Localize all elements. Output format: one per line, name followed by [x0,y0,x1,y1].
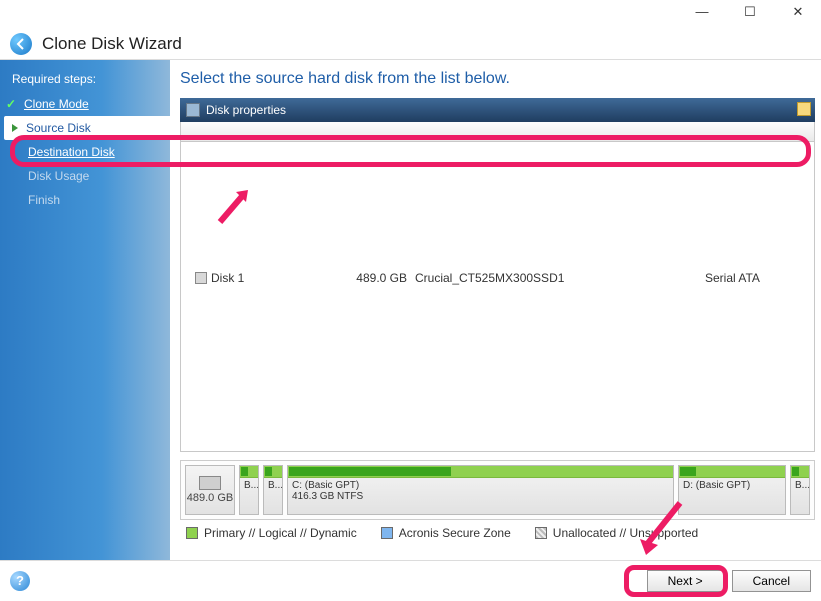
step-source-disk[interactable]: Source Disk [4,116,170,140]
disk-model-cell: Crucial_CT525MX300SSD1 [415,271,705,285]
wizard-header: Clone Disk Wizard [0,28,821,60]
legend-green-icon [186,527,198,539]
main-panel: Select the source hard disk from the lis… [170,60,821,560]
columns-icon[interactable] [797,102,811,116]
disk-icon [195,272,207,284]
disk-map: 489.0 GB B... B... C: (Basic GPT) 416.3 … [180,460,815,520]
disk-properties-toolbar: Disk properties [180,98,815,122]
next-button[interactable]: Next > [647,570,724,592]
partition-block-c[interactable]: C: (Basic GPT) 416.3 GB NTFS [287,465,674,515]
sidebar-heading: Required steps: [0,68,170,92]
disk-map-label: 489.0 GB [185,465,235,515]
table-row[interactable]: Disk 1 489.0 GB Crucial_CT525MX300SSD1 S… [195,269,800,287]
step-finish: Finish [0,188,170,212]
legend-blue-icon [381,527,393,539]
steps-sidebar: Required steps: Clone Mode Source Disk D… [0,60,170,560]
legend-acronis: Acronis Secure Zone [381,526,511,540]
legend-unallocated: Unallocated // Unsupported [535,526,698,540]
disk-interface-cell: Serial ATA [705,271,821,285]
maximize-button[interactable]: ☐ [735,4,765,20]
legend-hatch-icon [535,527,547,539]
close-button[interactable]: ✕ [783,4,813,20]
disk-table: Disk 1 489.0 GB Crucial_CT525MX300SSD1 S… [180,122,815,452]
disk-name-cell: Disk 1 [195,271,325,285]
cancel-button[interactable]: Cancel [732,570,811,592]
partition-block[interactable]: B... [239,465,259,515]
disk-properties-icon [186,103,200,117]
disk-properties-label: Disk properties [206,103,286,117]
legend-primary: Primary // Logical // Dynamic [186,526,357,540]
table-column-headers[interactable] [181,122,814,142]
partition-block-d[interactable]: D: (Basic GPT) [678,465,786,515]
legend: Primary // Logical // Dynamic Acronis Se… [176,520,821,546]
main-instruction: Select the source hard disk from the lis… [176,60,821,98]
step-clone-mode[interactable]: Clone Mode [0,92,170,116]
wizard-title: Clone Disk Wizard [42,34,182,54]
back-arrow-icon[interactable] [10,33,32,55]
step-destination-disk[interactable]: Destination Disk [0,140,170,164]
window-titlebar: — ☐ ✕ [0,0,821,28]
hdd-icon [199,476,221,490]
help-icon[interactable]: ? [10,571,30,591]
wizard-footer: ? Next > Cancel [0,560,821,600]
minimize-button[interactable]: — [687,4,717,19]
partition-block[interactable]: B... [263,465,283,515]
step-disk-usage: Disk Usage [0,164,170,188]
disk-capacity-cell: 489.0 GB [325,271,415,285]
partition-block[interactable]: B... [790,465,810,515]
